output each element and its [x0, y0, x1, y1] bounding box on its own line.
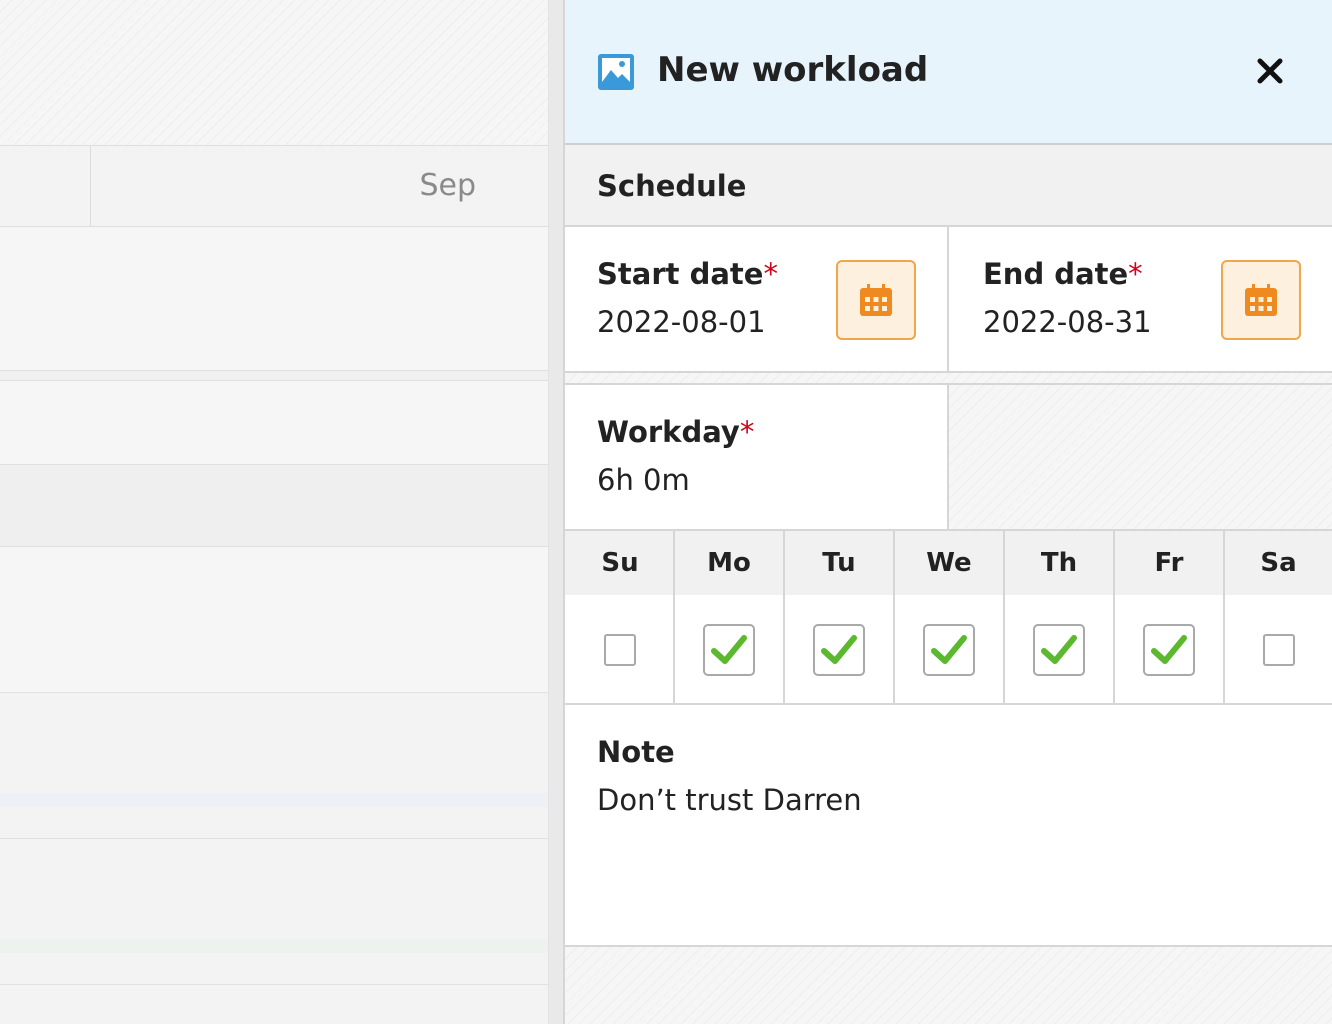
- day-checkbox-sa[interactable]: [1262, 634, 1295, 666]
- empty-cell: [949, 385, 1332, 531]
- timeline-row-stripe: [0, 939, 548, 953]
- day-label: Sa: [1225, 531, 1332, 595]
- timeline-row: [0, 985, 548, 1024]
- image-icon: [598, 54, 634, 90]
- day-checkbox-fr[interactable]: [1143, 624, 1195, 676]
- panel-header: New workload: [565, 0, 1332, 145]
- panel-footer-area: [565, 947, 1332, 1024]
- timeline-month-label: Sep: [419, 168, 476, 203]
- end-date-calendar-button[interactable]: [1221, 260, 1301, 340]
- close-button[interactable]: [1245, 46, 1295, 96]
- timeline-header: Sep: [0, 145, 548, 227]
- timeline-row: [0, 839, 548, 939]
- day-column-tu: Tu: [783, 531, 893, 703]
- timeline-scrollbar[interactable]: [548, 0, 563, 1024]
- day-column-mo: Mo: [673, 531, 783, 703]
- checkmark-icon: [1041, 635, 1077, 664]
- start-date-value[interactable]: 2022-08-01: [597, 305, 766, 339]
- field-separator: [565, 373, 1332, 385]
- checkmark-icon: [711, 635, 747, 664]
- day-column-th: Th: [1003, 531, 1113, 703]
- timeline-row: [0, 953, 548, 985]
- start-date-field[interactable]: Start date* 2022-08-01: [565, 227, 949, 373]
- day-label: Su: [565, 531, 675, 595]
- calendar-icon: [1245, 284, 1277, 316]
- note-value[interactable]: Don’t trust Darren: [597, 783, 862, 817]
- schedule-section-header: Schedule: [565, 145, 1332, 227]
- day-label: Fr: [1115, 531, 1223, 595]
- timeline-row: [0, 693, 548, 793]
- start-date-calendar-button[interactable]: [836, 260, 916, 340]
- timeline-row-gap: [0, 371, 548, 381]
- close-icon: [1257, 58, 1283, 84]
- required-mark: *: [739, 415, 755, 449]
- section-title: Schedule: [597, 169, 747, 203]
- start-date-label-text: Start date: [597, 257, 764, 291]
- day-checkbox-th[interactable]: [1033, 624, 1085, 676]
- timeline-row: [0, 807, 548, 839]
- day-label: Tu: [785, 531, 893, 595]
- timeline-row: [0, 381, 548, 465]
- day-column-sa: Sa: [1223, 531, 1332, 703]
- panel-title: New workload: [657, 50, 929, 90]
- new-workload-panel: New workload Schedule Start date* 2022-0…: [563, 0, 1332, 1024]
- calendar-icon: [860, 284, 892, 316]
- timeline-row: [0, 547, 548, 693]
- timeline-background: Sep: [0, 0, 563, 1024]
- weekday-selector: Su Mo Tu We Th Fr Sa: [565, 531, 1332, 705]
- note-field[interactable]: Note Don’t trust Darren: [565, 705, 1332, 947]
- workday-label: Workday*: [597, 415, 754, 449]
- end-date-value[interactable]: 2022-08-31: [983, 305, 1152, 339]
- checkmark-icon: [1151, 635, 1187, 664]
- day-checkbox-tu[interactable]: [813, 624, 865, 676]
- day-checkbox-we[interactable]: [923, 624, 975, 676]
- day-label: Mo: [675, 531, 783, 595]
- day-column-su: Su: [565, 531, 675, 703]
- note-label: Note: [597, 735, 675, 769]
- timeline-header-divider: [90, 146, 91, 226]
- day-checkbox-su[interactable]: [604, 634, 636, 666]
- checkmark-icon: [931, 635, 967, 664]
- day-label: We: [895, 531, 1003, 595]
- end-date-label: End date*: [983, 257, 1143, 291]
- end-date-field[interactable]: End date* 2022-08-31: [949, 227, 1332, 373]
- day-label: Th: [1005, 531, 1113, 595]
- required-mark: *: [1128, 257, 1143, 291]
- timeline-row-stripe: [0, 793, 548, 807]
- workday-label-text: Workday: [597, 415, 740, 449]
- timeline-top-area: [0, 0, 548, 145]
- timeline-row: [0, 227, 548, 371]
- checkmark-icon: [821, 635, 857, 664]
- start-date-label: Start date*: [597, 257, 778, 291]
- day-checkbox-mo[interactable]: [703, 624, 755, 676]
- day-column-fr: Fr: [1113, 531, 1223, 703]
- required-mark: *: [763, 257, 778, 291]
- timeline-row: [0, 465, 548, 547]
- end-date-label-text: End date: [983, 257, 1129, 291]
- workday-field[interactable]: Workday* 6h 0m: [565, 385, 949, 531]
- day-column-we: We: [893, 531, 1003, 703]
- workday-value[interactable]: 6h 0m: [597, 463, 690, 497]
